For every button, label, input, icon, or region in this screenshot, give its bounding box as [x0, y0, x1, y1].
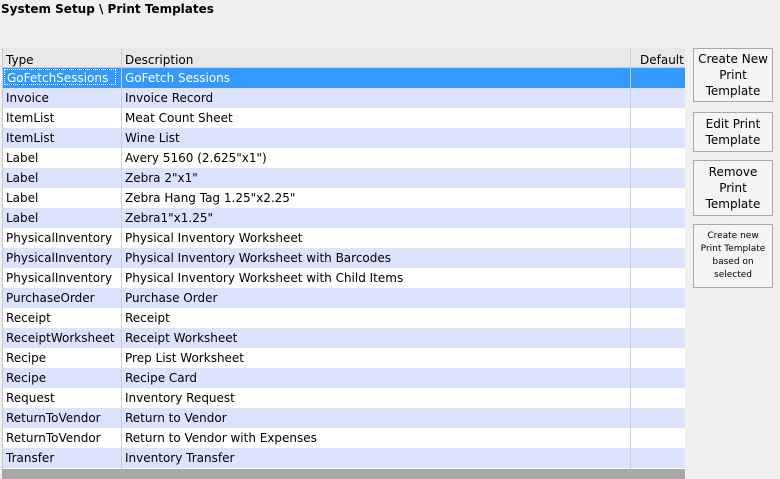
- table-row[interactable]: ReturnToVendor Return to Vendor: [3, 408, 685, 428]
- table-row[interactable]: Label Zebra Hang Tag 1.25"x2.25": [3, 188, 685, 208]
- default-cell[interactable]: [632, 108, 685, 128]
- type-cell[interactable]: Label: [6, 168, 118, 188]
- description-cell[interactable]: Zebra Hang Tag 1.25"x2.25": [125, 188, 630, 208]
- table-row[interactable]: Label Zebra 2"x1": [3, 168, 685, 188]
- default-cell[interactable]: [632, 388, 685, 408]
- default-cell[interactable]: [632, 348, 685, 368]
- table-row[interactable]: Recipe Recipe Card: [3, 368, 685, 388]
- description-cell[interactable]: Return to Vendor: [125, 408, 630, 428]
- type-cell[interactable]: ReturnToVendor: [6, 428, 118, 448]
- horizontal-scrollbar[interactable]: [2, 469, 685, 479]
- table-row-selected[interactable]: GoFetchSessions GoFetch Sessions: [3, 68, 685, 88]
- default-cell[interactable]: [632, 68, 685, 88]
- edit-print-template-button[interactable]: Edit Print Template: [693, 112, 773, 152]
- type-cell[interactable]: ReceiptWorksheet: [6, 328, 118, 348]
- description-cell[interactable]: Wine List: [125, 128, 630, 148]
- type-cell[interactable]: ItemList: [6, 108, 118, 128]
- type-cell[interactable]: Recipe: [6, 348, 118, 368]
- table-row[interactable]: PhysicalInventory Physical Inventory Work…: [3, 228, 685, 248]
- type-cell[interactable]: Label: [6, 208, 118, 228]
- table-row[interactable]: ReceiptWorksheet Receipt Worksheet: [3, 328, 685, 348]
- table-row[interactable]: PhysicalInventory Physical Inventory Work…: [3, 268, 685, 288]
- default-cell[interactable]: [632, 308, 685, 328]
- table-row[interactable]: Recipe Prep List Worksheet: [3, 348, 685, 368]
- default-cell[interactable]: [632, 128, 685, 148]
- description-cell[interactable]: Recipe Card: [125, 368, 630, 388]
- table-row[interactable]: Receipt Receipt: [3, 308, 685, 328]
- table-row[interactable]: ItemList Wine List: [3, 128, 685, 148]
- print-templates-grid[interactable]: Type Description Default GoFetchSessions…: [2, 48, 685, 479]
- description-cell[interactable]: Purchase Order: [125, 288, 630, 308]
- remove-print-template-button[interactable]: Remove Print Template: [693, 160, 773, 216]
- type-cell[interactable]: PhysicalInventory: [6, 268, 118, 288]
- description-cell[interactable]: Receipt Worksheet: [125, 328, 630, 348]
- description-cell[interactable]: Prep List Worksheet: [125, 348, 630, 368]
- type-cell[interactable]: ReturnToVendor: [6, 408, 118, 428]
- page-title: System Setup \ Print Templates: [1, 2, 214, 16]
- type-cell[interactable]: Transfer: [6, 448, 118, 468]
- create-new-print-template-button[interactable]: Create New Print Template: [693, 48, 773, 102]
- table-row[interactable]: PhysicalInventory Physical Inventory Work…: [3, 248, 685, 268]
- default-cell[interactable]: [632, 368, 685, 388]
- type-cell[interactable]: PhysicalInventory: [6, 228, 118, 248]
- description-cell[interactable]: GoFetch Sessions: [125, 68, 630, 88]
- table-row[interactable]: Request Inventory Request: [3, 388, 685, 408]
- type-cell[interactable]: GoFetchSessions: [4, 69, 116, 85]
- column-divider: [121, 48, 122, 479]
- type-cell[interactable]: Receipt: [6, 308, 118, 328]
- default-cell[interactable]: [632, 208, 685, 228]
- grid-header: Type Description Default: [3, 48, 685, 68]
- default-cell[interactable]: [632, 408, 685, 428]
- type-cell[interactable]: ItemList: [6, 128, 118, 148]
- type-cell[interactable]: Request: [6, 388, 118, 408]
- default-cell[interactable]: [632, 248, 685, 268]
- default-cell[interactable]: [632, 448, 685, 468]
- description-cell[interactable]: Inventory Request: [125, 388, 630, 408]
- description-cell[interactable]: Physical Inventory Worksheet with Barcod…: [125, 248, 630, 268]
- column-header-description[interactable]: Description: [125, 53, 193, 67]
- description-cell[interactable]: Zebra1"x1.25": [125, 208, 630, 228]
- table-row[interactable]: Label Avery 5160 (2.625"x1"): [3, 148, 685, 168]
- column-divider: [630, 48, 631, 479]
- type-cell[interactable]: Label: [6, 188, 118, 208]
- default-cell[interactable]: [632, 428, 685, 448]
- default-cell[interactable]: [632, 288, 685, 308]
- default-cell[interactable]: [632, 268, 685, 288]
- column-header-default[interactable]: Default: [640, 53, 684, 67]
- description-cell[interactable]: Meat Count Sheet: [125, 108, 630, 128]
- description-cell[interactable]: Invoice Record: [125, 88, 630, 108]
- table-row[interactable]: ItemList Meat Count Sheet: [3, 108, 685, 128]
- type-cell[interactable]: Recipe: [6, 368, 118, 388]
- type-cell[interactable]: Label: [6, 148, 118, 168]
- type-cell[interactable]: PhysicalInventory: [6, 248, 118, 268]
- description-cell[interactable]: Physical Inventory Worksheet with Child …: [125, 268, 630, 288]
- default-cell[interactable]: [632, 228, 685, 248]
- table-row[interactable]: PurchaseOrder Purchase Order: [3, 288, 685, 308]
- description-cell[interactable]: Physical Inventory Worksheet: [125, 228, 630, 248]
- description-cell[interactable]: Zebra 2"x1": [125, 168, 630, 188]
- description-cell[interactable]: Avery 5160 (2.625"x1"): [125, 148, 630, 168]
- default-cell[interactable]: [632, 88, 685, 108]
- table-row[interactable]: Label Zebra1"x1.25": [3, 208, 685, 228]
- type-cell[interactable]: Invoice: [6, 88, 118, 108]
- description-cell[interactable]: Receipt: [125, 308, 630, 328]
- default-cell[interactable]: [632, 188, 685, 208]
- table-row[interactable]: Transfer Inventory Transfer: [3, 448, 685, 468]
- column-header-type[interactable]: Type: [6, 53, 34, 67]
- description-cell[interactable]: Return to Vendor with Expenses: [125, 428, 630, 448]
- default-cell[interactable]: [632, 148, 685, 168]
- description-cell[interactable]: Inventory Transfer: [125, 448, 630, 468]
- table-row[interactable]: Invoice Invoice Record: [3, 88, 685, 108]
- default-cell[interactable]: [632, 328, 685, 348]
- table-row[interactable]: ReturnToVendor Return to Vendor with Expe…: [3, 428, 685, 448]
- type-cell[interactable]: PurchaseOrder: [6, 288, 118, 308]
- default-cell[interactable]: [632, 168, 685, 188]
- create-based-on-selected-button[interactable]: Create new Print Template based on selec…: [693, 224, 773, 288]
